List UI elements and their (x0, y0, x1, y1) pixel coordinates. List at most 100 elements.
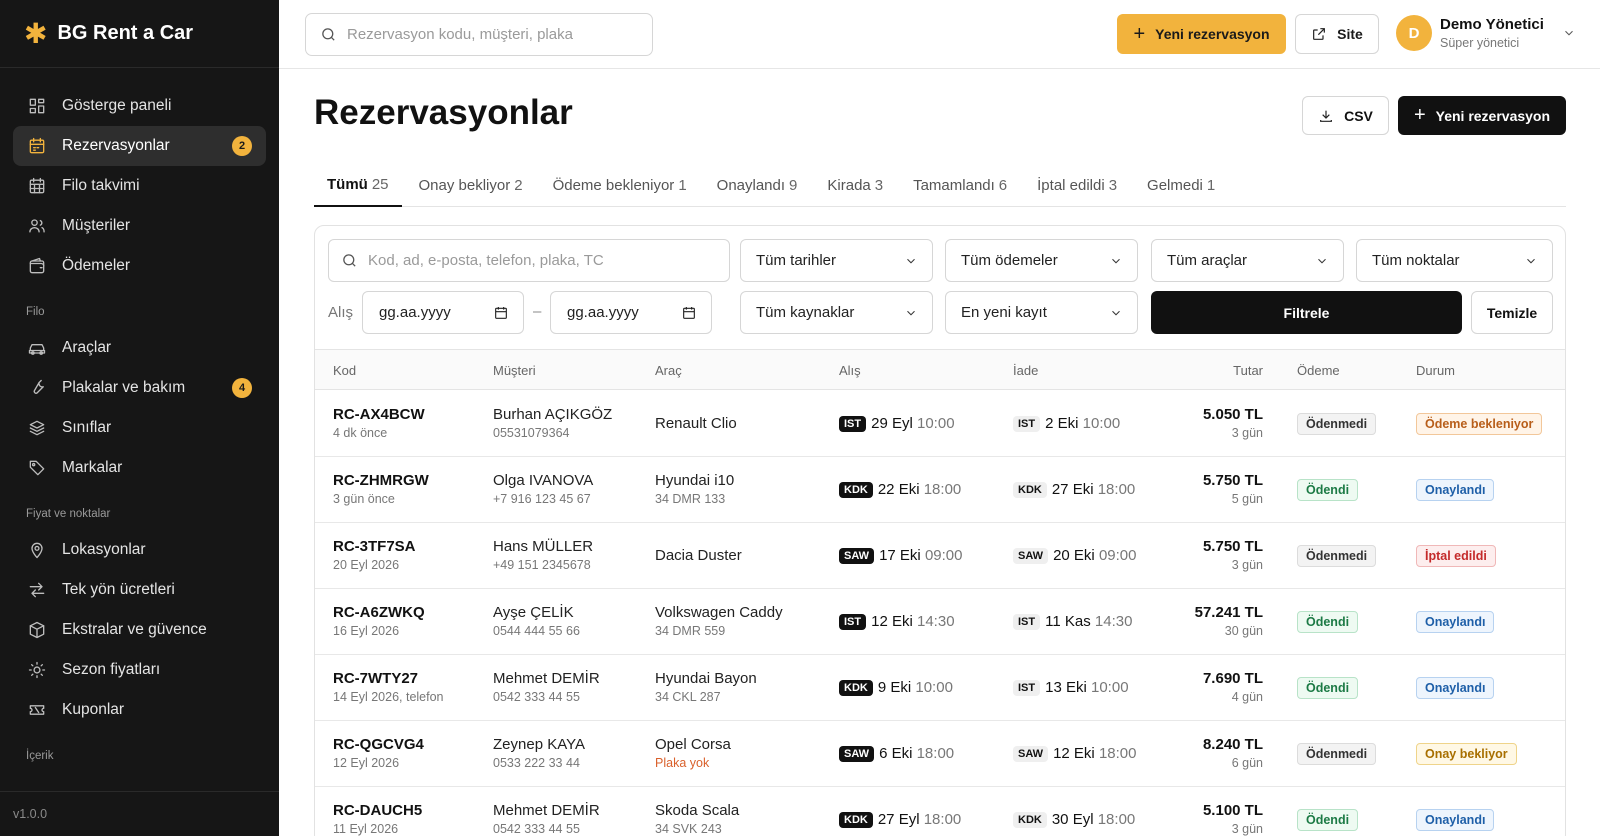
sidebar-item--demeler[interactable]: Ödemeler (13, 246, 266, 286)
chevron-down-icon (907, 310, 915, 315)
chevron-down-icon (907, 258, 915, 263)
table-row[interactable]: RC-ZHMRGW 3 gün önce Olga IVANOVA +7 916 12… (315, 457, 1565, 523)
cars-select-value: Tüm araçlar (1167, 252, 1248, 269)
sidebar-item-ara-lar[interactable]: Araçlar (13, 328, 266, 368)
tab-onay-bekliyor[interactable]: Onay bekliyor 2 (406, 163, 536, 207)
table-row[interactable]: RC-AX4BCW 4 dk önce Burhan AÇIKGÖZ 05531079… (315, 391, 1565, 457)
sidebar-item-rezervasyonlar[interactable]: Rezervasyonlar 2 (13, 126, 266, 166)
tab-t-m-[interactable]: Tümü 25 (314, 163, 402, 207)
col-alis[interactable]: Alış (839, 363, 861, 378)
sidebar-item-ekstralar-ve-g-vence[interactable]: Ekstralar ve güvence (13, 610, 266, 650)
reservation-code[interactable]: RC-QGCVG4 (333, 736, 424, 753)
car-cell: Skoda Scala 34 SVK 243 (655, 802, 739, 836)
col-kod[interactable]: Kod (333, 363, 356, 378)
rental-days: 3 gün (1231, 426, 1263, 440)
sidebar-nav: Gösterge paneli Rezervasyonlar 2 Filo takvi… (0, 68, 279, 772)
sidebar-item-tek-y-n-cretleri[interactable]: Tek yön ücretleri (13, 570, 266, 610)
filter-search-input[interactable] (368, 252, 718, 269)
table-row[interactable]: RC-3TF7SA 20 Eyl 2026 Hans MÜLLER +49 151 2… (315, 523, 1565, 589)
col-arac[interactable]: Araç (655, 363, 682, 378)
filter-button[interactable]: Filtrele (1151, 291, 1462, 334)
clear-button[interactable]: Temizle (1471, 291, 1553, 334)
table-row[interactable]: RC-7WTY27 14 Eyl 2026, telefon Mehmet DEMİ… (315, 655, 1565, 721)
arrows-icon (26, 579, 48, 601)
user-menu[interactable]: D Demo Yönetici Süper yönetici (1396, 15, 1576, 51)
col-tutar[interactable]: Tutar (1231, 363, 1263, 378)
pickup-date: 12 Eki (871, 613, 913, 630)
table-row[interactable]: RC-A6ZWKQ 16 Eyl 2026 Ayşe ÇELİK 0544 444 5… (315, 589, 1565, 655)
pickup-cell: KDK 22 Eki 18:00 (839, 481, 961, 498)
package-icon (26, 619, 48, 641)
sidebar-item-g-sterge-paneli[interactable]: Gösterge paneli (13, 86, 266, 126)
reservation-code[interactable]: RC-7WTY27 (333, 670, 444, 687)
rental-days: 4 gün (1231, 690, 1263, 704)
status-cell: Onaylandı (1416, 677, 1495, 699)
return-date: 27 Eki (1051, 481, 1094, 498)
pickup-location-badge: IST (839, 614, 867, 630)
customer-name: Ayşe ÇELİK (493, 604, 574, 621)
points-select[interactable]: Tüm noktalar (1356, 239, 1553, 282)
sidebar-item-plakalar-ve-bak-m[interactable]: Plakalar ve bakım 4 (13, 368, 266, 408)
sort-select[interactable]: En yeni kayıt (945, 291, 1138, 334)
pickup-time: 09:00 (924, 547, 963, 564)
tab-kirada[interactable]: Kirada 3 (814, 163, 896, 207)
col-iade[interactable]: İade (1013, 363, 1038, 378)
return-date: 11 Kas (1045, 613, 1091, 630)
car-name: Opel Corsa (655, 736, 731, 753)
new-reservation-button[interactable]: + Yeni rezervasyon (1398, 96, 1566, 135)
topbar-new-reservation-button[interactable]: + Yeni rezervasyon (1117, 14, 1286, 54)
brand[interactable]: ✱ BG Rent a Car (0, 0, 279, 68)
global-search-input[interactable] (347, 26, 647, 43)
avatar: D (1396, 15, 1432, 51)
reservation-code[interactable]: RC-ZHMRGW (333, 472, 429, 489)
status-cell: Onaylandı (1416, 479, 1495, 501)
payment-cell: Ödenmedi (1297, 743, 1377, 765)
customer-phone: 0542 333 44 55 (493, 822, 580, 836)
date-to-input[interactable]: gg.aa.yyyy (550, 291, 712, 334)
reservation-code[interactable]: RC-A6ZWKQ (333, 604, 425, 621)
sidebar-section-label: Filo (26, 306, 45, 318)
customer-name: Mehmet DEMİR (493, 802, 600, 819)
sidebar-item-s-n-flar[interactable]: Sınıflar (13, 408, 266, 448)
col-musteri[interactable]: Müşteri (493, 363, 536, 378)
amount-value: 8.240 TL (1202, 736, 1263, 753)
tab-tamamland-[interactable]: Tamamlandı 6 (900, 163, 1020, 207)
sidebar-item-markalar[interactable]: Markalar (13, 448, 266, 488)
amount-cell: 5.100 TL 3 gün (1133, 802, 1263, 836)
tab-onayland-[interactable]: Onaylandı 9 (704, 163, 811, 207)
sidebar-item-lokasyonlar[interactable]: Lokasyonlar (13, 530, 266, 570)
filter-search[interactable] (328, 239, 730, 282)
site-button[interactable]: Site (1295, 14, 1379, 54)
cars-select[interactable]: Tüm araçlar (1151, 239, 1344, 282)
car-name: Dacia Duster (655, 547, 742, 564)
sidebar-item-kuponlar[interactable]: Kuponlar (13, 690, 266, 730)
col-durum[interactable]: Durum (1416, 363, 1455, 378)
tab-i-ptal-edildi[interactable]: İptal edildi 3 (1024, 163, 1130, 207)
app-version: v1.0.0 (0, 791, 279, 836)
car-cell: Hyundai Bayon 34 CKL 287 (655, 670, 757, 704)
payments-select[interactable]: Tüm ödemeler (945, 239, 1138, 282)
dates-select[interactable]: Tüm tarihler (740, 239, 933, 282)
sidebar-item-sezon-fiyatlar-[interactable]: Sezon fiyatları (13, 650, 266, 690)
sidebar-item-filo-takvimi[interactable]: Filo takvimi (13, 166, 266, 206)
global-search[interactable] (305, 13, 653, 56)
sources-select[interactable]: Tüm kaynaklar (740, 291, 933, 334)
reservation-code[interactable]: RC-AX4BCW (333, 406, 425, 423)
table-row[interactable]: RC-QGCVG4 12 Eyl 2026 Zeynep KAYA 0533 222 … (315, 721, 1565, 787)
sidebar: ✱ BG Rent a Car Gösterge paneli Rezervasy… (0, 0, 279, 836)
car-icon (26, 337, 48, 359)
car-name: Hyundai Bayon (655, 670, 757, 687)
tab--deme-bekleniyor[interactable]: Ödeme bekleniyor 1 (540, 163, 700, 207)
date-from-input[interactable]: gg.aa.yyyy (362, 291, 524, 334)
tab-gelmedi[interactable]: Gelmedi 1 (1134, 163, 1228, 207)
col-odeme[interactable]: Ödeme (1297, 363, 1340, 378)
amount-cell: 57.241 TL 30 gün (1133, 604, 1263, 638)
reservation-code[interactable]: RC-DAUCH5 (333, 802, 422, 819)
pickup-cell: KDK 9 Eki 10:00 (839, 679, 953, 696)
table-row[interactable]: RC-DAUCH5 11 Eyl 2026 Mehmet DEMİR 0542 333… (315, 787, 1565, 836)
reservation-code[interactable]: RC-3TF7SA (333, 538, 416, 555)
sidebar-item-m-teriler[interactable]: Müşteriler (13, 206, 266, 246)
return-cell: KDK 27 Eki 18:00 (1013, 481, 1135, 498)
customer-phone: 0533 222 33 44 (493, 756, 580, 770)
csv-export-button[interactable]: CSV (1302, 96, 1389, 135)
